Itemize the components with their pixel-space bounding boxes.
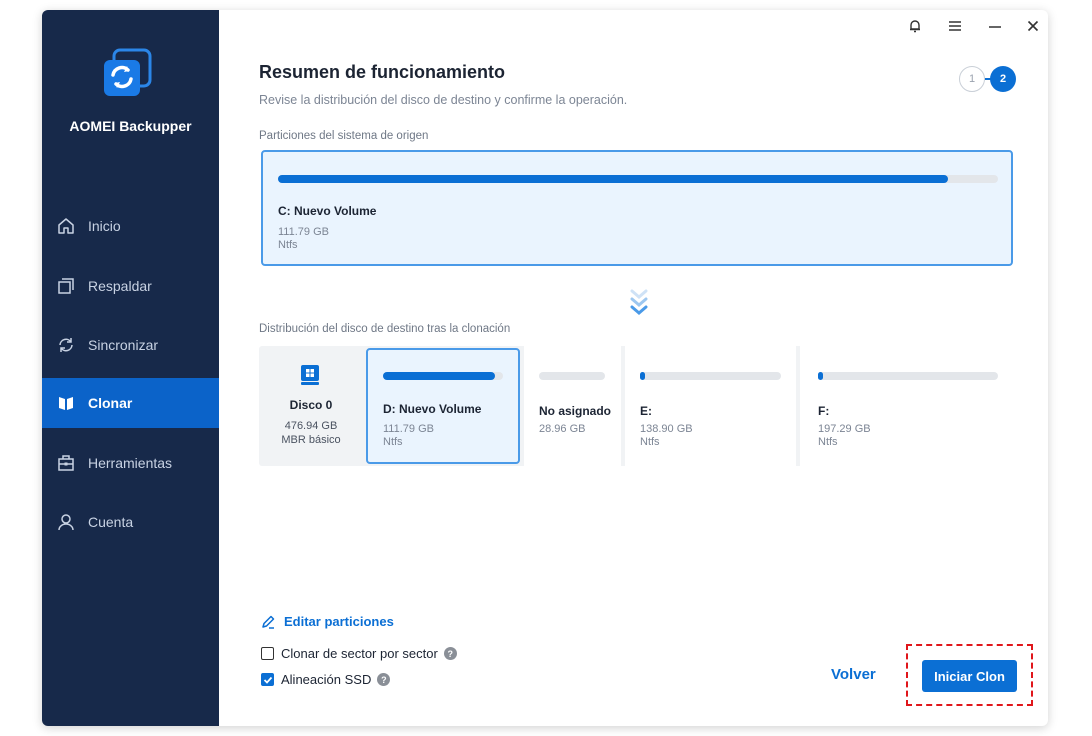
ssd-alignment-checkbox[interactable] <box>261 673 274 686</box>
sidebar-item-label: Inicio <box>88 218 121 234</box>
edit-partitions-link[interactable]: Editar particiones <box>261 614 394 629</box>
back-button[interactable]: Volver <box>831 666 876 683</box>
destination-label: Distribución del disco de destino tras l… <box>259 323 511 335</box>
sidebar-item-herramientas[interactable]: Herramientas <box>42 438 219 488</box>
destination-disk-row: Disco 0 476.94 GB MBR básico D: Nuevo Vo… <box>259 346 1017 466</box>
sidebar-item-cuenta[interactable]: Cuenta <box>42 497 219 547</box>
sidebar-item-label: Clonar <box>88 395 133 411</box>
partition-usage-bar <box>539 372 605 380</box>
home-icon <box>56 216 76 236</box>
edit-partitions-label: Editar particiones <box>284 614 394 629</box>
partition-fs: Ntfs <box>640 436 660 448</box>
partition-size: 138.90 GB <box>640 423 693 435</box>
sidebar-item-sincronizar[interactable]: Sincronizar <box>42 320 219 370</box>
disk-icon <box>300 364 320 391</box>
source-label: Particiones del sistema de origen <box>259 130 429 142</box>
sidebar-item-clonar[interactable]: Clonar <box>42 378 219 428</box>
source-volume-name: C: Nuevo Volume <box>278 204 377 218</box>
backup-icon <box>56 276 76 296</box>
step-1: 1 <box>959 66 985 92</box>
destination-partition-d[interactable]: D: Nuevo Volume 111.79 GB Ntfs <box>366 348 520 464</box>
bell-icon[interactable] <box>905 16 925 36</box>
sync-icon <box>56 335 76 355</box>
partition-usage-bar <box>640 372 781 380</box>
pencil-icon <box>261 614 276 629</box>
partition-name: No asignado <box>539 404 612 418</box>
disk-size: 476.94 GB <box>284 420 338 432</box>
source-volume-size: 111.79 GB <box>278 226 329 238</box>
sector-by-sector-checkbox[interactable] <box>261 647 274 660</box>
checkmark-icon <box>263 676 272 684</box>
app-window: AOMEI Backupper Inicio Respaldar Sincron… <box>42 10 1048 726</box>
partition-usage-bar <box>818 372 998 380</box>
ssd-alignment-option[interactable]: Alineación SSD ? <box>261 672 391 687</box>
brand-name: AOMEI Backupper <box>69 118 192 134</box>
partition-usage-fill <box>383 372 495 380</box>
user-icon <box>56 512 76 532</box>
sidebar-item-label: Herramientas <box>88 455 173 471</box>
clone-icon <box>56 393 76 413</box>
source-volume-fs: Ntfs <box>278 239 298 251</box>
partition-size: 28.96 GB <box>539 423 586 435</box>
page-title: Resumen de funcionamiento <box>259 62 506 82</box>
sector-by-sector-option[interactable]: Clonar de sector por sector ? <box>261 646 457 661</box>
destination-disk: Disco 0 476.94 GB MBR básico <box>259 346 363 466</box>
partition-name: F: <box>818 404 830 418</box>
sidebar: AOMEI Backupper Inicio Respaldar Sincron… <box>42 10 219 726</box>
partition-fs: Ntfs <box>818 436 838 448</box>
partition-usage-bar <box>383 372 503 380</box>
partition-name: E: <box>640 404 652 418</box>
double-chevron-down-icon <box>627 288 651 323</box>
destination-partition-f[interactable]: F: 197.29 GB Ntfs <box>800 346 1017 466</box>
source-usage-bar <box>278 175 998 183</box>
partition-fs: Ntfs <box>383 436 403 448</box>
disk-type: MBR básico <box>281 434 341 446</box>
partition-name: D: Nuevo Volume <box>383 402 482 416</box>
minimize-icon[interactable] <box>985 16 1005 36</box>
toolbox-icon <box>56 453 76 473</box>
ssd-alignment-label: Alineación SSD <box>281 672 372 687</box>
aomei-logo-icon <box>100 48 152 100</box>
page-subtitle: Revise la distribución del disco de dest… <box>259 93 628 107</box>
sidebar-item-label: Cuenta <box>88 514 134 530</box>
close-icon[interactable] <box>1023 16 1043 36</box>
partition-size: 111.79 GB <box>383 423 434 435</box>
sidebar-item-inicio[interactable]: Inicio <box>42 201 219 251</box>
source-usage-fill <box>278 175 948 183</box>
help-icon[interactable]: ? <box>377 673 391 686</box>
destination-partition-e[interactable]: E: 138.90 GB Ntfs <box>625 346 796 466</box>
partition-size: 197.29 GB <box>818 423 871 435</box>
destination-partition-unallocated[interactable]: No asignado 28.96 GB <box>524 346 621 466</box>
sidebar-item-label: Respaldar <box>88 278 152 294</box>
start-clone-button[interactable]: Iniciar Clon <box>922 660 1017 692</box>
sidebar-item-label: Sincronizar <box>88 337 159 353</box>
source-partition-card[interactable]: C: Nuevo Volume 111.79 GB Ntfs <box>261 150 1013 266</box>
sector-by-sector-label: Clonar de sector por sector <box>281 646 438 661</box>
step-2: 2 <box>990 66 1016 92</box>
sidebar-item-respaldar[interactable]: Respaldar <box>42 261 219 311</box>
disk-name: Disco 0 <box>289 398 333 412</box>
help-icon[interactable]: ? <box>443 647 457 660</box>
main-panel: 1 2 Resumen de funcionamiento Revise la … <box>219 10 1048 726</box>
partition-usage-fill <box>640 372 645 380</box>
partition-usage-fill <box>818 372 823 380</box>
menu-icon[interactable] <box>945 16 965 36</box>
